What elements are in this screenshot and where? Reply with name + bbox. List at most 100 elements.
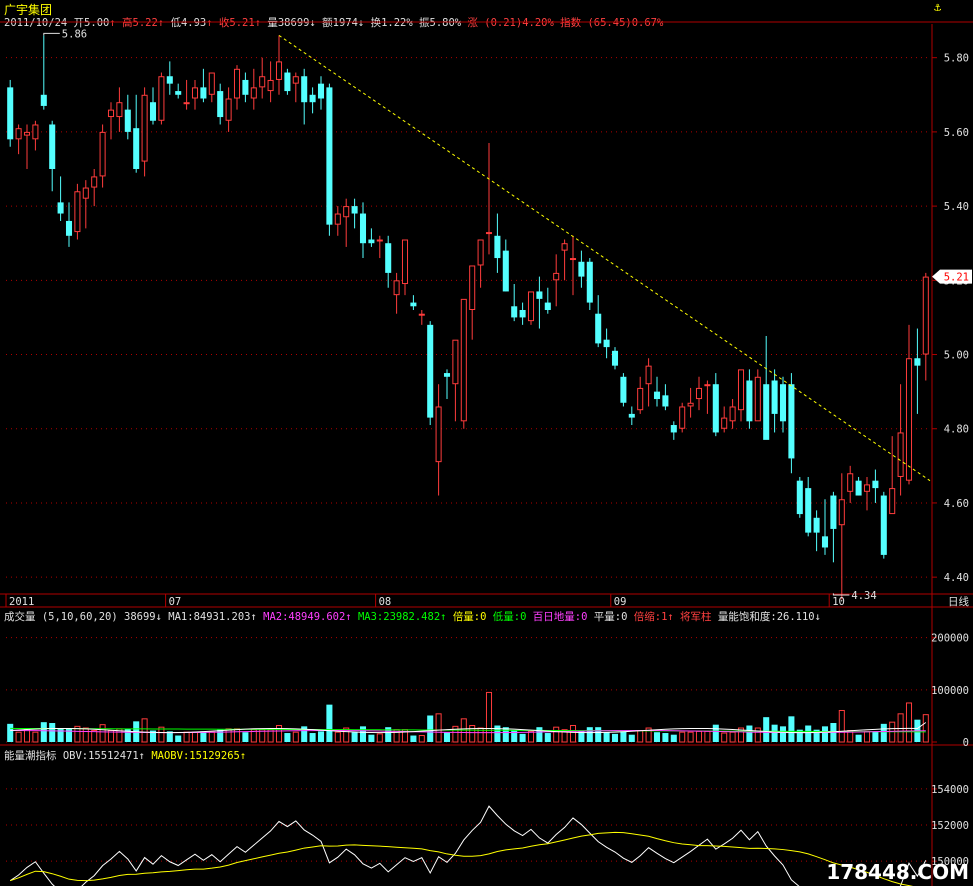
candle-body-down: [40, 94, 47, 106]
candle-body-up: [477, 239, 484, 266]
candle-body-down: [7, 87, 14, 140]
candle-body-down: [166, 76, 173, 84]
candle-body-up: [208, 72, 215, 95]
volume-bar-up: [553, 726, 560, 743]
volume-bar-down: [746, 725, 753, 742]
candle-body-up: [267, 79, 274, 92]
volume-bar-up: [208, 731, 215, 743]
candle-body-down: [351, 206, 358, 214]
candle-body-up: [897, 432, 904, 477]
candle-body-up: [569, 258, 577, 261]
candle-body-up: [15, 128, 22, 140]
date-label: 09: [614, 596, 627, 608]
candle-body-up: [141, 94, 148, 162]
candle-body-up: [637, 387, 644, 411]
price-tick-label: 5.60: [944, 127, 969, 139]
candle-body-down: [359, 213, 367, 244]
high-marker-line: [43, 32, 60, 36]
candle-body-down: [788, 384, 795, 459]
volume-bar-down: [309, 733, 316, 742]
volume-bar-down: [788, 716, 795, 742]
candle-body-down: [284, 72, 291, 92]
candle-body-up: [452, 339, 459, 385]
candle-body-up: [435, 406, 442, 463]
candle-body-up: [183, 102, 190, 105]
candle-body-down: [175, 91, 182, 95]
candle-body-up: [158, 76, 165, 121]
volume-bar-down: [821, 726, 829, 742]
watermark: 178448.COM: [826, 860, 969, 884]
candle-body-down: [133, 128, 140, 169]
volume-bar-up: [569, 725, 577, 743]
candle-body-down: [326, 87, 333, 225]
volume-tick-label: 100000: [931, 685, 969, 697]
candle-body-up: [905, 358, 913, 481]
volume-bar-up: [905, 702, 913, 743]
volume-tick-label: 0: [963, 737, 969, 749]
candle-body-down: [511, 306, 518, 318]
candle-body-down: [611, 350, 619, 366]
volume-bar-up: [292, 731, 299, 743]
candle-body-down: [805, 488, 812, 533]
candle-body-down: [519, 310, 526, 318]
stock-chart[interactable]: 5.805.605.405.205.004.804.604.405.864.34…: [0, 0, 973, 886]
candle-body-up: [401, 239, 409, 285]
date-label: 07: [169, 596, 182, 608]
candle-body-up: [99, 131, 106, 177]
candle-body-down: [653, 391, 661, 400]
volume-bar-down: [7, 723, 14, 742]
volume-bar-down: [410, 735, 417, 742]
candle-body-up: [679, 406, 686, 429]
candle-body-up: [334, 213, 341, 225]
candle-body-up: [460, 298, 467, 422]
candle-body-up: [418, 313, 425, 316]
candle-body-down: [65, 220, 73, 236]
volume-bar-up: [922, 714, 929, 743]
volume-bar-down: [536, 727, 543, 742]
candle-body-up: [292, 76, 299, 84]
volume-bar-up: [418, 735, 425, 743]
candle-body-up: [233, 68, 241, 99]
price-tick-label: 5.00: [944, 350, 969, 362]
candle-body-down: [57, 202, 64, 214]
volume-bar-down: [544, 733, 551, 742]
volume-bar-down: [494, 725, 501, 742]
candle-body-up: [863, 484, 871, 492]
candle-body-down: [427, 324, 434, 418]
low-marker-label: 4.34: [851, 590, 876, 602]
candle-body-up: [687, 402, 694, 407]
volume-bar-down: [595, 727, 602, 742]
candle-body-down: [763, 384, 770, 440]
candle-body-down: [914, 358, 921, 366]
candle-body-down: [578, 261, 585, 277]
candle-body-up: [695, 387, 703, 400]
volume-bar-down: [771, 724, 778, 742]
price-tick-label: 5.80: [944, 53, 969, 65]
volume-bar-up: [527, 730, 535, 743]
volume-bar-down: [620, 731, 627, 742]
volume-bar-up: [838, 709, 845, 743]
high-marker-label: 5.86: [62, 28, 87, 40]
volume-bar-down: [586, 727, 593, 742]
volume-bar-up: [334, 731, 341, 743]
candle-body-down: [149, 102, 157, 121]
candle-body-up: [343, 206, 350, 218]
volume-bar-up: [141, 718, 148, 743]
volume-bar-down: [443, 732, 451, 742]
candle-body-up: [485, 232, 493, 235]
volume-bar-down: [359, 726, 367, 742]
volume-bar-down: [351, 732, 358, 742]
volume-bar-down: [242, 732, 249, 742]
candle-body-up: [889, 488, 896, 515]
volume-bar-up: [687, 731, 694, 743]
volume-bar-up: [225, 728, 232, 743]
volume-bar-down: [872, 731, 879, 742]
volume-bar-up: [754, 727, 761, 743]
candle-body-down: [746, 380, 753, 422]
volume-bar-down: [712, 724, 719, 742]
volume-bar-up: [863, 730, 871, 743]
candle-body-down: [796, 480, 803, 515]
candle-body-up: [561, 243, 568, 251]
last-price-tag-label: 5.21: [944, 272, 969, 284]
volume-bar-down: [427, 715, 434, 742]
